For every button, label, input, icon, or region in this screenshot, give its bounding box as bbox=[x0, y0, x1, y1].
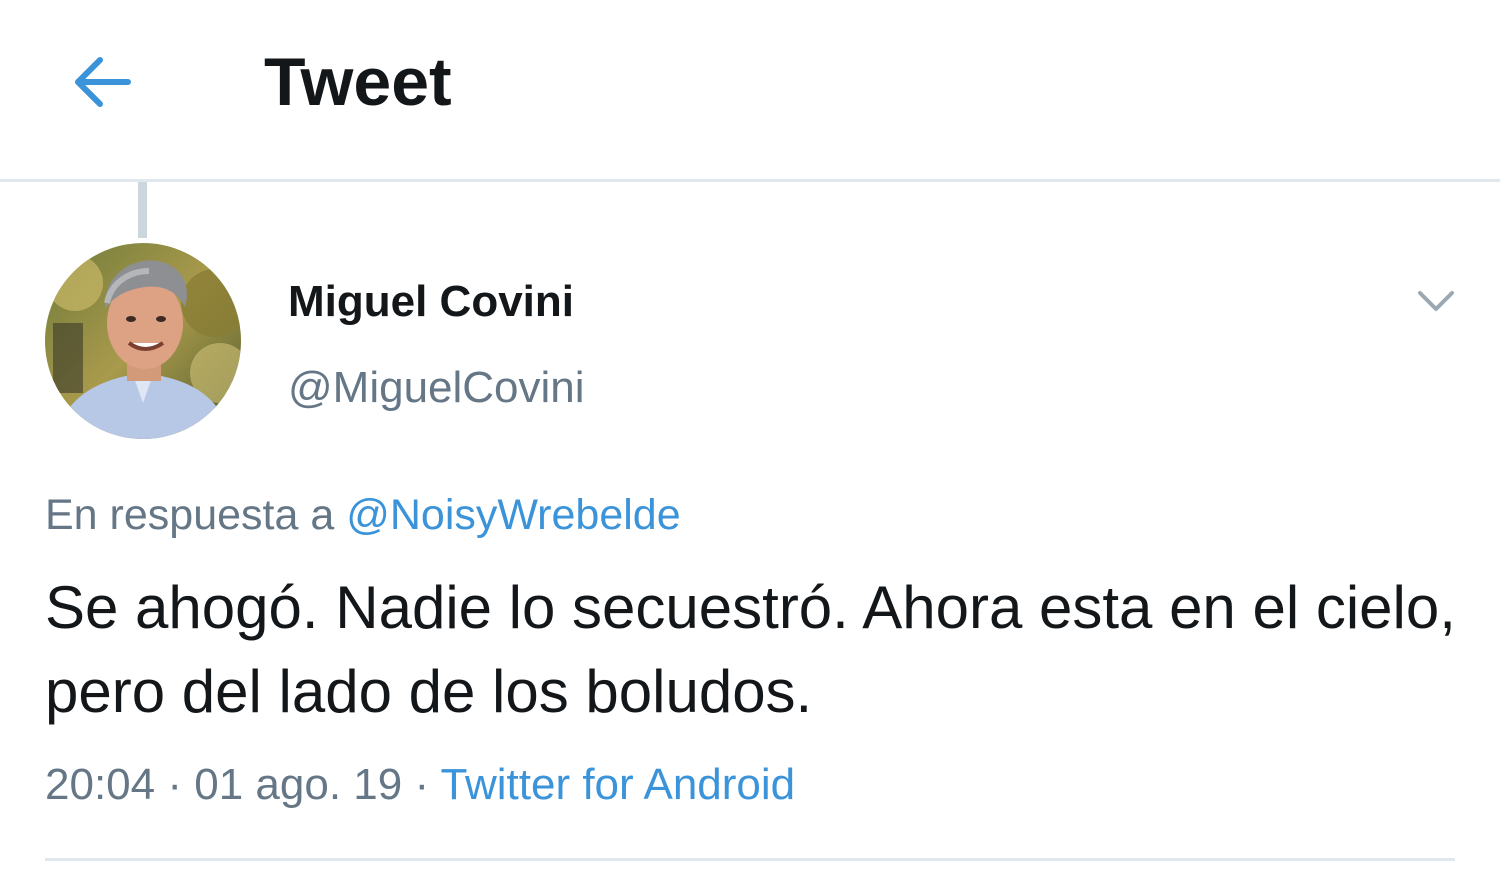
reply-to-handle-link[interactable]: @NoisyWrebelde bbox=[346, 491, 680, 539]
avatar-photo bbox=[45, 243, 241, 439]
tweet-text: Se ahogó. Nadie lo secuestró. Ahora esta… bbox=[45, 574, 1456, 725]
tweet-detail-page: Tweet Miguel Covini @MiguelCovini En res… bbox=[0, 0, 1500, 896]
top-bar: Tweet bbox=[0, 0, 1500, 182]
chevron-down-icon bbox=[1418, 291, 1454, 311]
thread-connector-line bbox=[138, 182, 147, 238]
separator-dot: · bbox=[414, 760, 430, 809]
tweet-date: 01 ago. 19 bbox=[194, 760, 403, 809]
avatar[interactable] bbox=[45, 243, 241, 439]
tweet-menu-button[interactable] bbox=[1408, 276, 1464, 326]
separator-dot: · bbox=[167, 760, 182, 809]
tweet-time: 20:04 bbox=[45, 760, 156, 809]
page-title: Tweet bbox=[264, 44, 452, 120]
author-handle[interactable]: @MiguelCovini bbox=[288, 362, 585, 414]
back-button[interactable] bbox=[62, 42, 142, 122]
divider bbox=[45, 858, 1455, 861]
reply-prefix: En respuesta a bbox=[45, 491, 335, 539]
author-display-name[interactable]: Miguel Covini bbox=[288, 276, 574, 328]
reply-context: En respuesta a @NoisyWrebelde bbox=[45, 488, 681, 542]
tweet-source-link[interactable]: Twitter for Android bbox=[441, 760, 796, 809]
arrow-left-icon bbox=[75, 57, 131, 107]
tweet-metadata: 20:04 · 01 ago. 19 · Twitter for Android bbox=[45, 756, 795, 814]
